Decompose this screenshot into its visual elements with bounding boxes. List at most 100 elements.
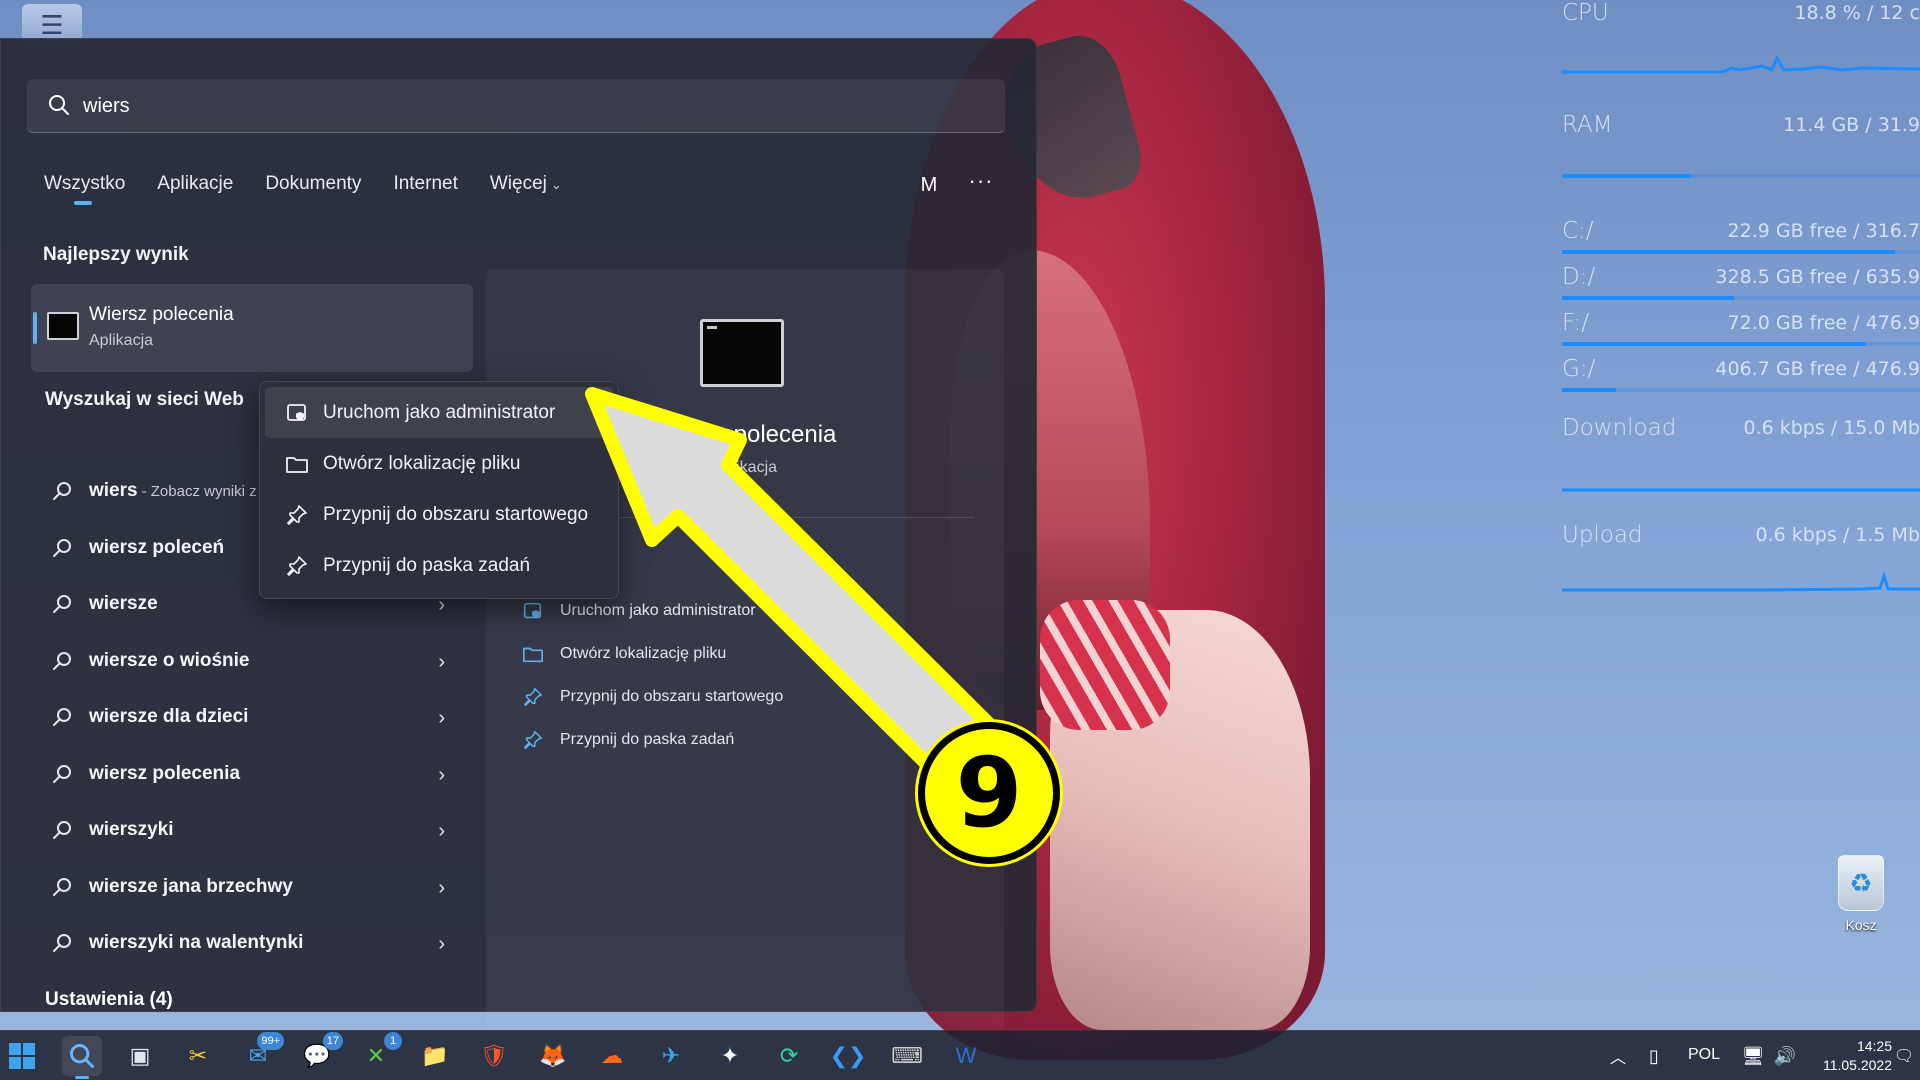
taskbar-search-button[interactable] bbox=[62, 1036, 102, 1079]
system-monitor-widget: CPU 18.8 % / 12 c RAM 11.4 GB / 31.9 C:/… bbox=[1562, 0, 1920, 620]
filter-tabs: Wszystko Aplikacje Dokumenty Internet Wi… bbox=[44, 169, 594, 209]
start-button[interactable] bbox=[2, 1036, 42, 1076]
search-icon bbox=[53, 821, 71, 840]
web-suggestion-item[interactable]: wierszyki na walentynki › bbox=[37, 915, 457, 972]
drive-label: G:/ bbox=[1562, 356, 1596, 382]
snipping-tool-icon[interactable]: ✂ bbox=[178, 1036, 218, 1076]
cpu-graph bbox=[1562, 54, 1920, 74]
search-icon bbox=[53, 764, 71, 783]
tab-apps[interactable]: Aplikacje bbox=[157, 169, 233, 209]
vscode-icon[interactable]: ❮❯ bbox=[828, 1036, 868, 1076]
volume-icon[interactable]: 🔊 bbox=[1770, 1036, 1800, 1076]
preview-action[interactable]: Otwórz lokalizację pliku bbox=[522, 632, 962, 675]
more-options-button[interactable]: ··· bbox=[961, 163, 1001, 203]
context-menu-item[interactable]: Uruchom jako administrator bbox=[265, 387, 613, 438]
context-menu-item[interactable]: Przypnij do obszaru startowego bbox=[265, 489, 613, 540]
upload-graph bbox=[1562, 571, 1920, 592]
tab-all[interactable]: Wszystko bbox=[44, 169, 125, 209]
chevron-up-icon[interactable]: ︿ bbox=[1604, 1036, 1632, 1076]
search-icon bbox=[53, 934, 71, 953]
preview-action[interactable]: Przypnij do obszaru startowego bbox=[522, 675, 962, 718]
search-panel: Wszystko Aplikacje Dokumenty Internet Wi… bbox=[0, 38, 1037, 1049]
network-icon[interactable]: 🖥 bbox=[1738, 1036, 1768, 1076]
drive-value: 406.7 GB free / 476.9 bbox=[1715, 358, 1920, 380]
preview-action[interactable]: Przypnij do paska zadań bbox=[522, 718, 962, 761]
download-row: Download 0.6 kbps / 15.0 Mb bbox=[1562, 415, 1920, 495]
usb-device-icon[interactable]: ▯ bbox=[1640, 1036, 1668, 1076]
word-icon[interactable]: W bbox=[946, 1036, 986, 1076]
context-menu-label: Przypnij do obszaru startowego bbox=[323, 503, 589, 525]
mail-icon[interactable]: ✉ 99+ bbox=[238, 1032, 284, 1076]
drive-usage-bar bbox=[1562, 250, 1920, 254]
clock-date: 11.05.2022 bbox=[1822, 1057, 1892, 1073]
download-graph bbox=[1562, 488, 1920, 492]
chevron-right-icon: › bbox=[438, 763, 445, 786]
web-suggestion-item[interactable]: wiersze dla dzieci › bbox=[37, 689, 457, 746]
context-menu-label: Przypnij do paska zadań bbox=[323, 554, 531, 576]
soundcloud-icon[interactable]: ☁ bbox=[592, 1036, 632, 1076]
pin-icon bbox=[287, 504, 307, 525]
sync-app-icon[interactable]: ⟳ bbox=[769, 1036, 809, 1076]
recycle-bin-label: Kosz bbox=[1845, 917, 1877, 933]
command-prompt-icon bbox=[47, 312, 79, 340]
task-view-icon[interactable]: ▣ bbox=[120, 1036, 160, 1076]
context-menu-label: Otwórz lokalizację pliku bbox=[323, 452, 521, 474]
drive-row: D:/ 328.5 GB free / 635.9 bbox=[1562, 264, 1920, 306]
step-number-badge: 9 bbox=[918, 722, 1060, 864]
shield-icon bbox=[287, 403, 306, 421]
search-icon bbox=[53, 538, 71, 557]
preview-action-label: Uruchom jako administrator bbox=[560, 601, 756, 619]
chevron-right-icon: › bbox=[438, 707, 445, 729]
language-indicator[interactable]: POL bbox=[1688, 1046, 1720, 1064]
web-suggestion-item[interactable]: wiersze o wiośnie › bbox=[37, 633, 457, 690]
download-value: 0.6 kbps / 15.0 Mb bbox=[1743, 417, 1920, 439]
drive-label: C:/ bbox=[1562, 218, 1594, 244]
search-icon bbox=[53, 708, 71, 727]
command-prompt-large-icon bbox=[700, 319, 784, 387]
drive-row: G:/ 406.7 GB free / 476.9 bbox=[1562, 356, 1920, 398]
folder-icon bbox=[286, 456, 308, 473]
xbox-badge: 1 bbox=[384, 1032, 402, 1050]
best-match-result[interactable]: Wiersz polecenia Aplikacja bbox=[31, 284, 473, 372]
drive-row: C:/ 22.9 GB free / 316.7 bbox=[1562, 218, 1920, 260]
web-search-title: Wyszukaj w sieci Web bbox=[45, 389, 244, 410]
web-suggestion-text: wiersz polecenia bbox=[89, 762, 241, 784]
file-explorer-icon[interactable]: 📁 bbox=[415, 1036, 455, 1076]
settings-section-title[interactable]: Ustawienia (4) bbox=[45, 989, 173, 1011]
search-icon bbox=[70, 1044, 94, 1068]
terminal-app-icon[interactable]: ⌨ bbox=[887, 1036, 927, 1076]
web-suggestion-item[interactable]: wiersz polecenia › bbox=[37, 746, 457, 803]
folder-icon bbox=[523, 647, 543, 662]
search-box[interactable] bbox=[27, 79, 1005, 133]
tidal-icon[interactable]: ✦ bbox=[710, 1036, 750, 1076]
brave-browser-icon[interactable]: 🛡 bbox=[474, 1036, 514, 1076]
upload-label: Upload bbox=[1562, 522, 1643, 548]
search-icon bbox=[49, 95, 69, 115]
ram-value: 11.4 GB / 31.9 bbox=[1783, 114, 1920, 136]
search-input[interactable] bbox=[83, 79, 963, 133]
web-suggestion-item[interactable]: wierszyki › bbox=[37, 802, 457, 859]
windows-logo-icon bbox=[9, 1043, 35, 1069]
wallpaper-cuff bbox=[1040, 600, 1170, 730]
drive-value: 328.5 GB free / 635.9 bbox=[1715, 266, 1920, 288]
cpu-label: CPU bbox=[1562, 0, 1609, 26]
web-suggestion-item[interactable]: wiersze jana brzechwy › bbox=[37, 859, 457, 916]
upload-row: Upload 0.6 kbps / 1.5 Mb bbox=[1562, 522, 1920, 612]
tab-internet[interactable]: Internet bbox=[393, 169, 457, 209]
firefox-icon[interactable]: 🦊 bbox=[533, 1036, 573, 1076]
mail-badge: 99+ bbox=[257, 1032, 284, 1050]
clock[interactable]: 14:25 11.05.2022 bbox=[1823, 1037, 1892, 1075]
telegram-icon[interactable]: ✈ bbox=[651, 1036, 691, 1076]
tab-documents[interactable]: Dokumenty bbox=[265, 169, 361, 209]
recycle-bin-shortcut[interactable]: ♻ Kosz bbox=[1826, 855, 1896, 933]
account-avatar[interactable]: M bbox=[911, 167, 947, 203]
tab-more[interactable]: Więcej ⌄ bbox=[490, 169, 562, 209]
messages-icon[interactable]: 💬 17 bbox=[297, 1032, 343, 1076]
notification-icon[interactable]: 🗨 bbox=[1890, 1036, 1918, 1076]
xbox-icon[interactable]: ✕ 1 bbox=[356, 1032, 402, 1076]
web-suggestion-text: wiersz poleceń bbox=[89, 536, 225, 558]
drive-value: 22.9 GB free / 316.7 bbox=[1727, 220, 1920, 242]
context-menu-item[interactable]: Przypnij do paska zadań bbox=[265, 540, 613, 591]
context-menu-item[interactable]: Otwórz lokalizację pliku bbox=[265, 438, 613, 489]
context-menu-label: Uruchom jako administrator bbox=[323, 401, 556, 423]
